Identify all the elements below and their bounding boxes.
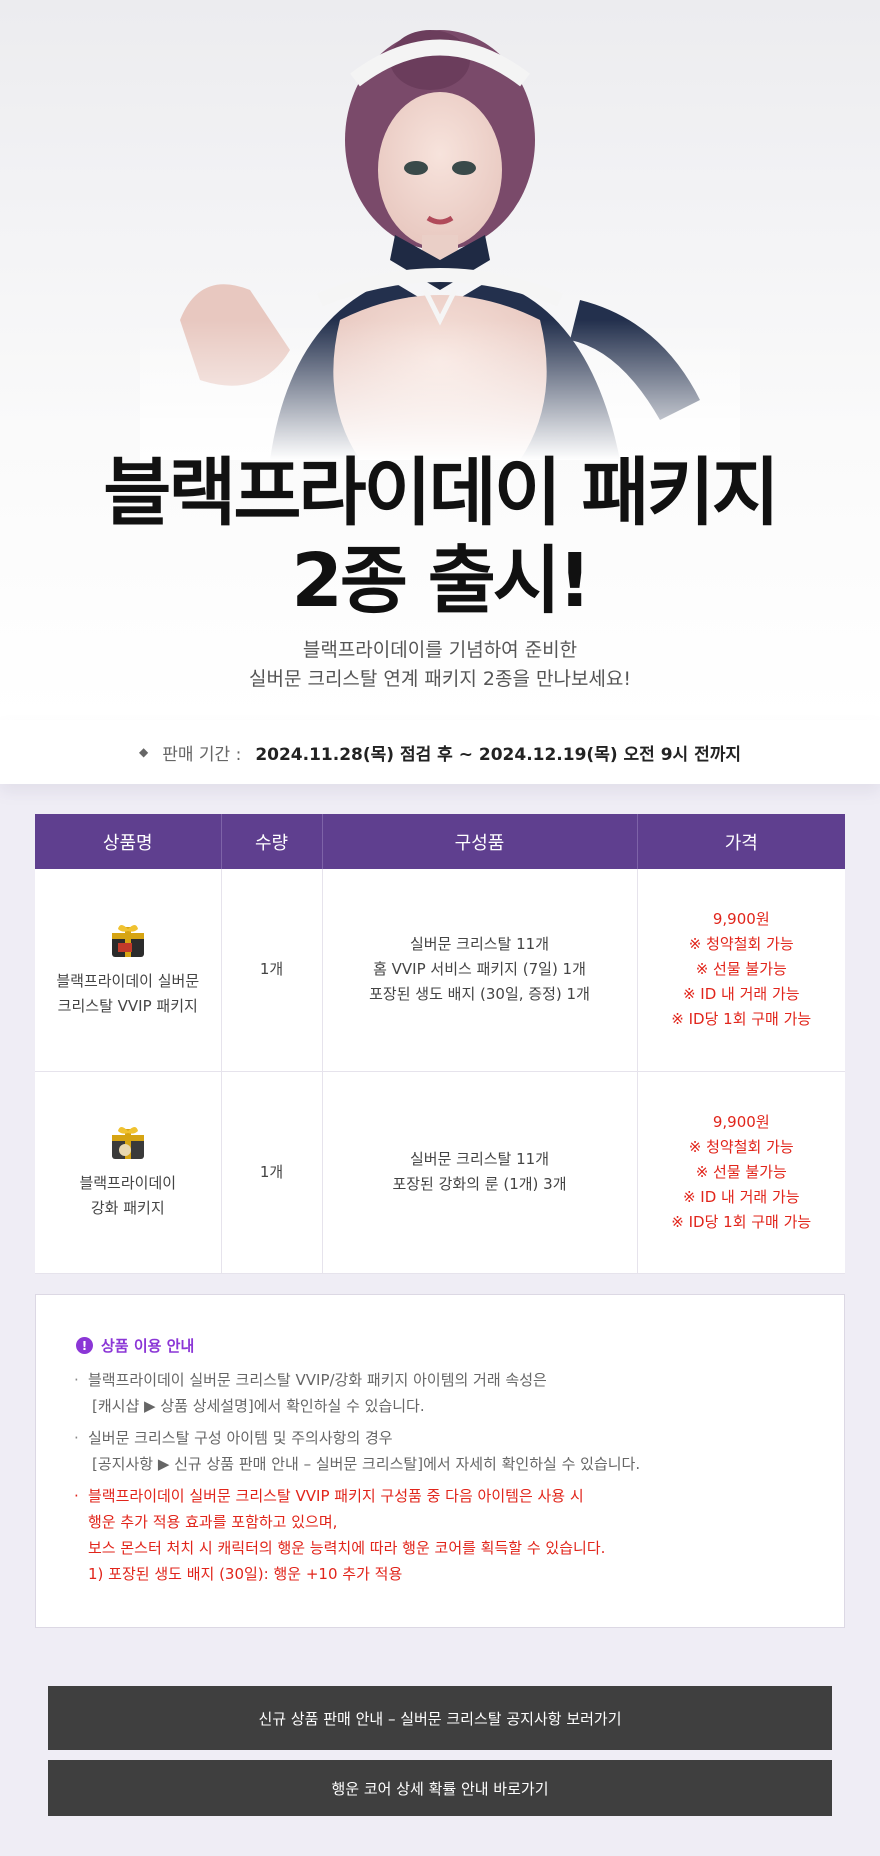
contents-cell: 실버문 크리스탈 11개 포장된 강화의 룬 (1개) 3개 (322, 1071, 638, 1274)
header-price: 가격 (637, 814, 845, 869)
table-header-row: 상품명 수량 구성품 가격 (35, 814, 845, 869)
subtitle-line2: 실버문 크리스탈 연계 패키지 2종을 만나보세요! (248, 668, 632, 690)
price-value: 9,900원 (712, 1112, 770, 1131)
notice-line: 행운 추가 적용 효과를 포함하고 있으며, (88, 1513, 338, 1531)
notice-line: 블랙프라이데이 실버문 크리스탈 VVIP/강화 패키지 아이템의 거래 속성은 (88, 1371, 547, 1389)
price-cell: 9,900원 ※ 청약철회 가능 ※ 선물 불가능 ※ ID 내 거래 가능 ※… (637, 869, 845, 1072)
notice-line: [캐시샵 ▶ 상품 상세설명]에서 확인하실 수 있습니다. (92, 1397, 425, 1415)
notice-item: 블랙프라이데이 실버문 크리스탈 VVIP/강화 패키지 아이템의 거래 속성은… (74, 1367, 814, 1419)
exclamation-icon: ! (76, 1337, 93, 1354)
price-note: ※ ID당 1회 구매 가능 (671, 1010, 812, 1029)
price-note: ※ 선물 불가능 (695, 1162, 787, 1181)
price-note: ※ 선물 불가능 (695, 960, 787, 979)
notice-title: ! 상품 이용 안내 (76, 1335, 194, 1356)
package-table: 상품명 수량 구성품 가격 블랙프라이데이 실버문 크리스탈 VVIP 패키지 … (35, 814, 845, 1274)
table-row: 블랙프라이데이 강화 패키지 1개 실버문 크리스탈 11개 포장된 강화의 룬… (35, 1071, 845, 1274)
product-name-cell: 블랙프라이데이 강화 패키지 (35, 1071, 222, 1274)
product-name-line2: 크리스탈 VVIP 패키지 (57, 996, 198, 1015)
hero-banner: 블랙프라이데이 패키지 2종 출시! 블랙프라이데이를 기념하여 준비한 실버문… (0, 0, 880, 720)
price-cell: 9,900원 ※ 청약철회 가능 ※ 선물 불가능 ※ ID 내 거래 가능 ※… (637, 1071, 845, 1274)
price-note: ※ ID 내 거래 가능 (682, 985, 800, 1004)
notice-line: [공지사항 ▶ 신규 상품 판매 안내 – 실버문 크리스탈]에서 자세히 확인… (92, 1455, 641, 1473)
diamond-bullet-icon: ◆ (138, 745, 149, 759)
contents-cell: 실버문 크리스탈 11개 홈 VVIP 서비스 패키지 (7일) 1개 포장된 … (322, 869, 638, 1072)
product-name-line1: 블랙프라이데이 (79, 1174, 177, 1192)
content-item: 실버문 크리스탈 11개 (409, 1150, 550, 1168)
vvip-package-box-icon (108, 921, 148, 961)
probability-link-button[interactable]: 행운 코어 상세 확률 안내 바로가기 (48, 1760, 832, 1816)
header-contents: 구성품 (322, 814, 638, 869)
notice-line: 보스 몬스터 처치 시 캐릭터의 행운 능력치에 따라 행운 코어를 획득할 수… (88, 1539, 606, 1557)
content-item: 홈 VVIP 서비스 패키지 (7일) 1개 (373, 960, 586, 979)
quantity-cell: 1개 (221, 1071, 323, 1274)
notice-link-button[interactable]: 신규 상품 판매 안내 – 실버문 크리스탈 공지사항 보러가기 (48, 1686, 832, 1750)
header-product-name: 상품명 (35, 814, 222, 869)
notice-list: 블랙프라이데이 실버문 크리스탈 VVIP/강화 패키지 아이템의 거래 속성은… (74, 1367, 814, 1593)
notice-line: 블랙프라이데이 실버문 크리스탈 VVIP 패키지 구성품 중 다음 아이템은 … (88, 1487, 584, 1505)
headline-line1: 블랙프라이데이 패키지 (103, 450, 780, 536)
enhance-package-box-icon (108, 1123, 148, 1163)
notice-item: 실버문 크리스탈 구성 아이템 및 주의사항의 경우 [공지사항 ▶ 신규 상품… (74, 1425, 814, 1477)
content-item: 실버문 크리스탈 11개 (409, 935, 550, 954)
sale-period-value: 2024.11.28(목) 점검 후 ~ 2024.12.19(목) 오전 9시… (255, 744, 742, 765)
product-name-line1: 블랙프라이데이 실버문 (56, 971, 200, 990)
product-name-line2: 강화 패키지 (90, 1199, 165, 1217)
sale-period-bar: ◆ 판매 기간 : 2024.11.28(목) 점검 후 ~ 2024.12.1… (0, 720, 880, 784)
content-item: 포장된 생도 배지 (30일, 증정) 1개 (369, 985, 590, 1004)
product-name-cell: 블랙프라이데이 실버문 크리스탈 VVIP 패키지 (35, 869, 222, 1072)
content-item: 포장된 강화의 룬 (1개) 3개 (392, 1175, 567, 1193)
sale-period-label: 판매 기간 : (162, 744, 242, 765)
notice-line: 실버문 크리스탈 구성 아이템 및 주의사항의 경우 (88, 1429, 393, 1447)
header-quantity: 수량 (221, 814, 323, 869)
notice-item-highlight: 블랙프라이데이 실버문 크리스탈 VVIP 패키지 구성품 중 다음 아이템은 … (74, 1483, 814, 1587)
price-note: ※ 청약철회 가능 (688, 935, 794, 954)
headline-line2: 2종 출시! (291, 538, 591, 624)
notice-title-text: 상품 이용 안내 (101, 1337, 195, 1355)
table-row: 블랙프라이데이 실버문 크리스탈 VVIP 패키지 1개 실버문 크리스탈 11… (35, 869, 845, 1072)
subtitle-line1: 블랙프라이데이를 기념하여 준비한 (302, 639, 578, 661)
price-note: ※ ID당 1회 구매 가능 (671, 1212, 812, 1231)
quantity-cell: 1개 (221, 869, 323, 1072)
price-note: ※ 청약철회 가능 (688, 1137, 794, 1156)
price-value: 9,900원 (712, 910, 770, 929)
notice-line: 1) 포장된 생도 배지 (30일): 행운 +10 추가 적용 (88, 1565, 403, 1583)
character-illustration (140, 30, 740, 460)
usage-notice-box: ! 상품 이용 안내 블랙프라이데이 실버문 크리스탈 VVIP/강화 패키지 … (35, 1294, 845, 1628)
price-note: ※ ID 내 거래 가능 (682, 1187, 800, 1206)
